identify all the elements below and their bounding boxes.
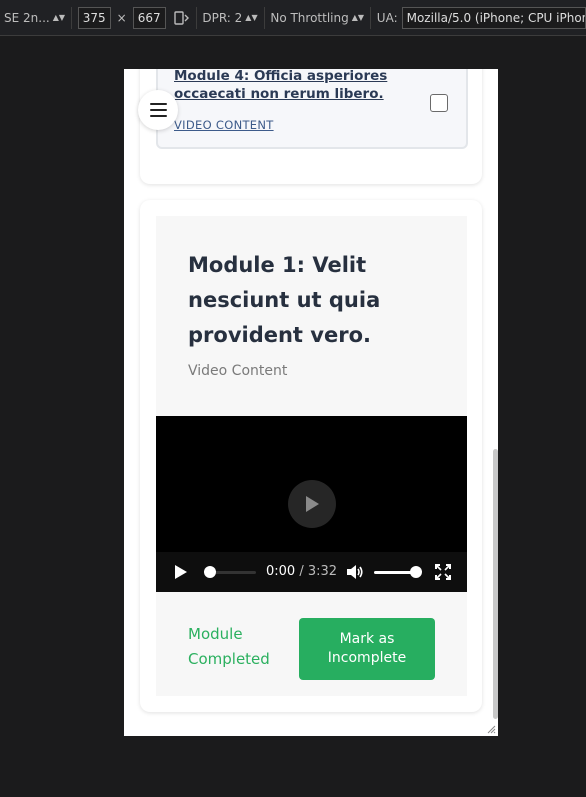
dpr-select[interactable]: DPR: 2 ▲▼ — [202, 11, 257, 25]
device-select[interactable]: SE 2n... ▲▼ — [4, 11, 65, 25]
hamburger-icon — [149, 103, 167, 117]
volume-thumb[interactable] — [410, 566, 422, 578]
fullscreen-button[interactable] — [435, 552, 451, 592]
duration: 3:32 — [307, 564, 338, 579]
video-player[interactable]: 0:00 / 3:32 — [156, 416, 467, 592]
ua-input[interactable]: Mozilla/5.0 (iPhone; CPU iPhone OS 14_6 — [401, 6, 586, 29]
updown-icon: ▲▼ — [351, 13, 365, 22]
devtools-toolbar: SE 2n... ▲▼ 375 × 667 DPR: 2 ▲▼ No Throt… — [0, 0, 586, 36]
resize-grip-icon[interactable] — [486, 724, 496, 734]
time-separator: / — [295, 564, 308, 579]
completed-status: Module Completed — [188, 625, 270, 668]
big-play-button[interactable] — [288, 480, 336, 528]
video-controls: 0:00 / 3:32 — [156, 552, 467, 592]
module-list-item: Module 4: Officia asperiores occaecati n… — [156, 69, 468, 149]
current-module-card: Module 1: Velit nesciunt ut quia provide… — [140, 200, 482, 712]
module-title: Module 1: Velit nesciunt ut quia provide… — [188, 253, 381, 347]
fullscreen-icon — [435, 564, 451, 580]
page-scrollbar[interactable] — [493, 449, 498, 719]
progress-track[interactable] — [210, 571, 256, 574]
module-type: Video Content — [188, 363, 288, 379]
progress-thumb[interactable] — [204, 566, 216, 578]
previous-module-card: Module 4: Officia asperiores occaecati n… — [140, 69, 482, 184]
updown-icon: ▲▼ — [245, 13, 258, 22]
dimension-times: × — [116, 10, 127, 25]
height-input[interactable]: 667 — [132, 6, 166, 29]
device-viewport: Module 4: Officia asperiores occaecati n… — [124, 69, 498, 736]
device-select-label: SE 2n... — [4, 10, 50, 25]
mark-incomplete-button[interactable]: Mark as Incomplete — [299, 618, 435, 680]
ua-label: UA: — [376, 10, 398, 25]
dpr-label: DPR: 2 — [202, 10, 243, 25]
module-panel: Module 1: Velit nesciunt ut quia provide… — [156, 216, 467, 696]
time-display: 0:00 / 3:32 — [266, 552, 337, 592]
toolbar-divider — [195, 6, 197, 29]
play-icon — [306, 496, 319, 512]
updown-icon: ▲▼ — [52, 13, 66, 22]
throttling-select[interactable]: No Throttling ▲▼ — [270, 11, 364, 25]
module-title-link[interactable]: Module 4: Officia asperiores occaecati n… — [174, 69, 394, 103]
play-icon — [175, 565, 187, 579]
current-time: 0:00 — [266, 564, 296, 579]
play-button[interactable] — [174, 552, 188, 592]
toolbar-divider — [370, 6, 371, 29]
volume-icon — [347, 565, 363, 579]
rotate-icon[interactable] — [173, 10, 190, 25]
width-input[interactable]: 375 — [77, 6, 111, 29]
throttling-label: No Throttling — [270, 10, 349, 25]
toolbar-divider — [71, 6, 72, 29]
module-type-link[interactable]: VIDEO CONTENT — [174, 118, 274, 132]
menu-button[interactable] — [138, 90, 178, 130]
module-complete-checkbox[interactable] — [430, 94, 448, 112]
mute-button[interactable] — [346, 552, 364, 592]
toolbar-divider — [263, 6, 265, 29]
